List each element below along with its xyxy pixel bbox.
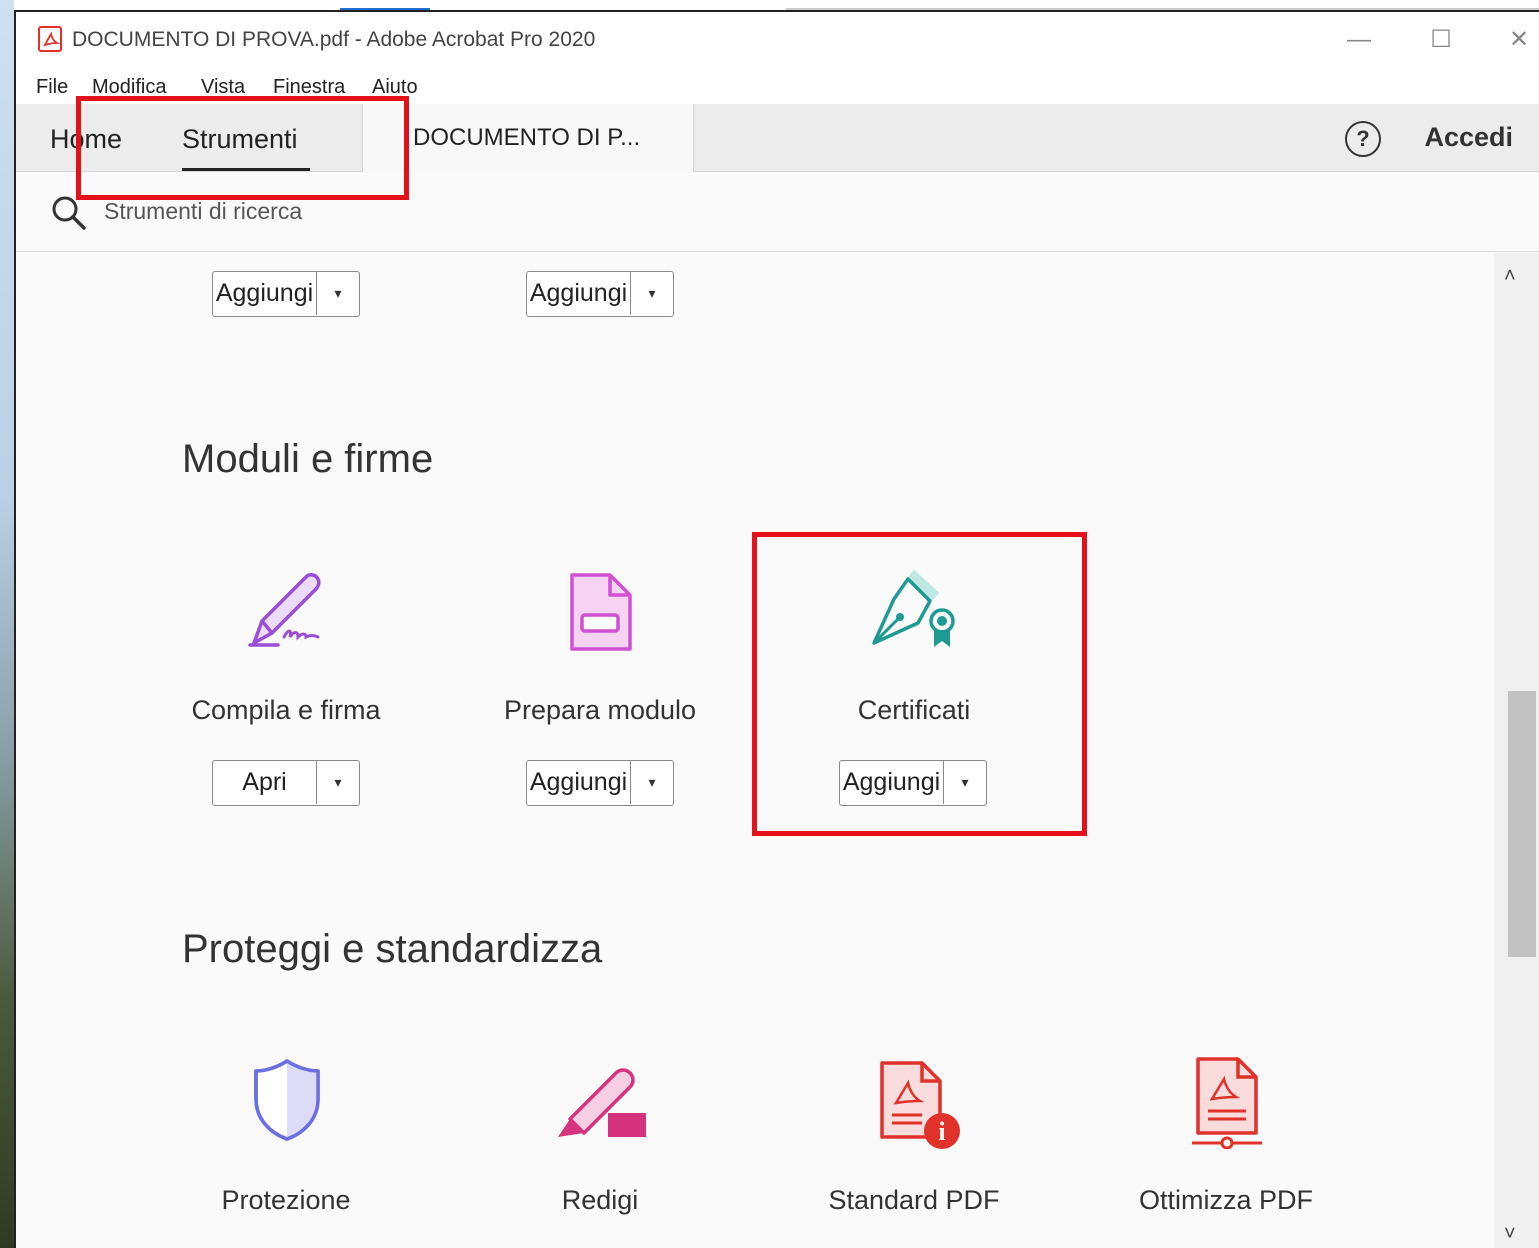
sign-in-link[interactable]: Accedi: [1424, 122, 1513, 153]
desktop-taskbar-strip: [14, 0, 1539, 11]
add-tool-button[interactable]: Aggiungi ▾: [526, 760, 674, 806]
add-tool-button-label: Aggiungi: [527, 761, 631, 804]
close-button[interactable]: ✕: [1499, 22, 1539, 58]
chevron-down-icon[interactable]: ▾: [317, 272, 359, 315]
tab-document-label: DOCUMENTO DI P...: [413, 124, 641, 151]
pdf-standards-icon[interactable]: i: [878, 1059, 964, 1153]
chevron-down-icon[interactable]: ▾: [631, 761, 673, 804]
add-tool-button[interactable]: Aggiungi ▾: [212, 271, 360, 317]
tool-name-fill-sign[interactable]: Compila e firma: [136, 695, 436, 726]
tool-name-prepare-form[interactable]: Prepara modulo: [450, 695, 750, 726]
tab-document[interactable]: DOCUMENTO DI P...: [362, 104, 694, 172]
add-tool-button-label: Aggiungi: [213, 272, 317, 315]
tool-name-optimize-pdf[interactable]: Ottimizza PDF: [1076, 1185, 1376, 1216]
add-tool-button-label: Aggiungi: [527, 272, 631, 315]
open-tool-button-label: Apri: [213, 761, 317, 804]
optimize-pdf-icon[interactable]: [1190, 1055, 1264, 1149]
help-icon[interactable]: ?: [1345, 121, 1381, 157]
open-tool-button[interactable]: Apri ▾: [212, 760, 360, 806]
scroll-up-icon[interactable]: ˄: [1504, 265, 1516, 288]
chevron-down-icon[interactable]: ▾: [317, 761, 359, 804]
menu-file[interactable]: File: [36, 76, 68, 99]
fill-sign-icon[interactable]: [244, 567, 324, 651]
acrobat-window: DOCUMENTO DI PROVA.pdf - Adobe Acrobat P…: [14, 10, 1539, 1248]
tool-name-protect[interactable]: Protezione: [136, 1185, 436, 1216]
desktop-background: [0, 0, 14, 1248]
title-bar: DOCUMENTO DI PROVA.pdf - Adobe Acrobat P…: [16, 12, 1539, 68]
protect-icon[interactable]: [252, 1057, 322, 1143]
scrollbar-thumb[interactable]: [1508, 691, 1536, 957]
highlight-box-tools-tab: [76, 96, 409, 200]
minimize-button[interactable]: —: [1339, 22, 1379, 58]
highlight-box-certificates: [752, 532, 1087, 836]
add-tool-button[interactable]: Aggiungi ▾: [526, 271, 674, 317]
maximize-button[interactable]: ☐: [1421, 22, 1461, 58]
scroll-down-icon[interactable]: ˅: [1504, 1223, 1516, 1246]
tool-name-pdf-standards[interactable]: Standard PDF: [764, 1185, 1064, 1216]
section-title-protect: Proteggi e standardizza: [182, 927, 603, 971]
svg-text:i: i: [938, 1117, 945, 1146]
prepare-form-icon[interactable]: [566, 571, 634, 655]
section-title-forms: Moduli e firme: [182, 437, 434, 481]
window-title: DOCUMENTO DI PROVA.pdf - Adobe Acrobat P…: [72, 28, 596, 51]
redact-icon[interactable]: [556, 1061, 648, 1141]
tool-name-redact[interactable]: Redigi: [450, 1185, 750, 1216]
acrobat-app-icon: [38, 26, 62, 52]
vertical-scrollbar[interactable]: ˄ ˅: [1494, 253, 1539, 1248]
chevron-down-icon[interactable]: ▾: [631, 272, 673, 315]
